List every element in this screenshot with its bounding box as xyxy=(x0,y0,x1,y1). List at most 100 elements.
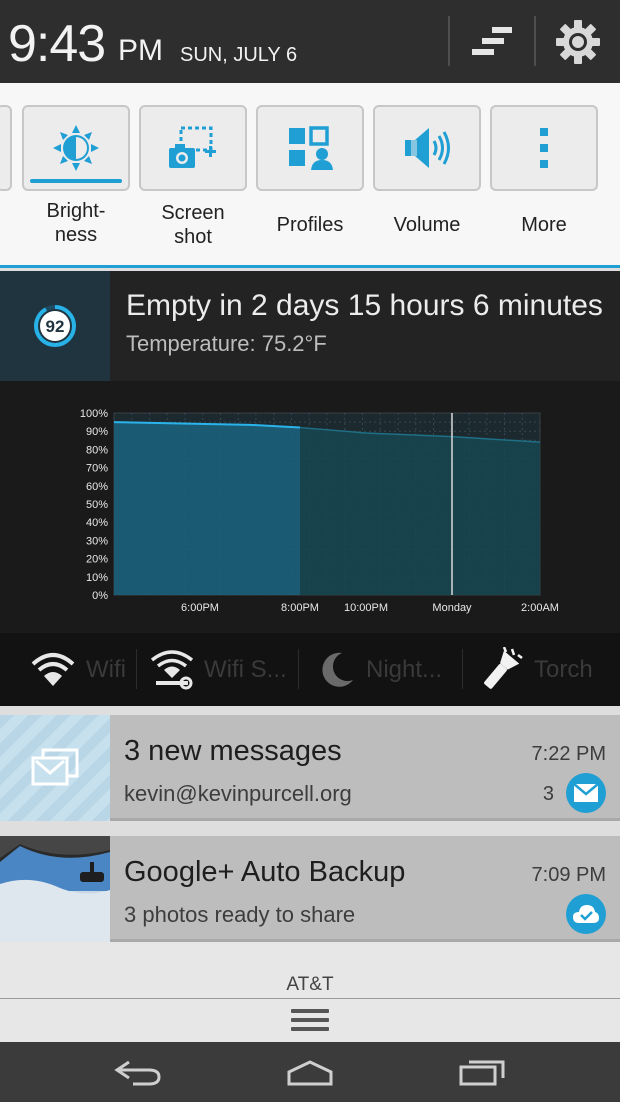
home-icon xyxy=(287,1060,333,1086)
more-vertical-icon xyxy=(540,128,548,168)
drag-handle-icon xyxy=(291,1009,329,1031)
carrier-label: AT&T xyxy=(286,974,334,995)
notification-text: 3 photos ready to share xyxy=(124,902,356,927)
back-button[interactable] xyxy=(98,1052,178,1092)
photo-thumbnail-image xyxy=(0,836,110,942)
carrier-divider xyxy=(0,998,620,999)
notification-list-button[interactable] xyxy=(458,12,528,72)
toggle-profiles-box[interactable] xyxy=(256,105,364,191)
cloud-icon xyxy=(573,905,599,923)
widget-toggle-night[interactable]: Night... xyxy=(316,633,458,706)
cloud-check-icon xyxy=(566,894,606,934)
toggle-brightness[interactable]: Bright- ness xyxy=(22,105,130,247)
chart-y-tick-label: 60% xyxy=(86,481,108,493)
toggle-volume-box[interactable] xyxy=(373,105,481,191)
quick-settings-strip: Bright- ness Screen shot Profiles Volume… xyxy=(0,83,620,265)
widget-toggle-label: Wifi xyxy=(86,655,126,683)
recents-icon xyxy=(459,1060,505,1086)
toggle-volume[interactable]: Volume xyxy=(373,105,481,237)
quick-settings-divider xyxy=(0,265,620,268)
toggle-more-box[interactable] xyxy=(490,105,598,191)
toggle-label-text: Profiles xyxy=(276,214,344,236)
widget-toggle-label: Night... xyxy=(366,655,443,683)
wifi-icon xyxy=(31,652,75,686)
chart-y-tick-label: 50% xyxy=(86,499,108,511)
widget-toggle-row: Wifi Wifi S... Night... Torch xyxy=(0,633,620,706)
volume-icon xyxy=(405,128,450,168)
mail-envelope-icon xyxy=(573,783,599,802)
toggle-brightness-label: Bright- ness xyxy=(22,199,130,247)
toggle-profiles[interactable]: Profiles xyxy=(256,105,364,237)
chart-y-tick-label: 70% xyxy=(86,463,108,475)
toggle-more-label: More xyxy=(490,213,598,237)
brightness-icon xyxy=(53,125,99,171)
chart-x-tick-label: 6:00PM xyxy=(181,602,219,614)
photo-thumbnail xyxy=(0,836,110,942)
chart-series-area xyxy=(114,422,300,595)
widget-toggle-label: Torch xyxy=(534,655,593,683)
chart-x-tick-label: 10:00PM xyxy=(344,602,388,614)
toggle-brightness-box[interactable] xyxy=(22,105,130,191)
gmail-app-icon-box xyxy=(0,715,110,821)
toggle-screenshot-label: Screen shot xyxy=(139,201,247,249)
widget-toggle-divider xyxy=(462,649,463,689)
drag-handle[interactable] xyxy=(290,1006,330,1034)
notification-gmail[interactable]: 3 new messages kevin@kevinpurcell.org 7:… xyxy=(0,715,620,821)
chart-y-tick-label: 90% xyxy=(86,426,108,438)
chart-series-area xyxy=(300,427,540,595)
back-icon xyxy=(114,1060,161,1086)
recents-button[interactable] xyxy=(442,1052,522,1092)
widget-toggle-divider xyxy=(136,649,137,689)
chart-y-tick-label: 0% xyxy=(92,590,108,602)
flashlight-icon xyxy=(484,646,523,689)
notification-time: 7:22 PM xyxy=(531,743,606,765)
header-divider xyxy=(534,16,536,66)
battery-level-ring-icon: 92 xyxy=(34,305,76,347)
battery-widget[interactable]: 92 Empty in 2 days 15 hours 6 minutes Te… xyxy=(0,271,620,706)
toggle-profiles-label: Profiles xyxy=(256,213,364,237)
toggle-screenshot[interactable]: Screen shot xyxy=(139,105,247,249)
home-button[interactable] xyxy=(270,1052,350,1092)
notification-list-icon xyxy=(472,27,512,55)
mail-badge-icon xyxy=(566,773,606,813)
battery-chart-svg: 100% 90% 80% 70% 60% 50% 40% 30% 20% 10% 0% 6:00PM 8… xyxy=(80,408,559,614)
battery-level-box: 92 xyxy=(0,271,110,381)
clock-date[interactable]: SUN, JULY 6 xyxy=(180,44,297,67)
moon-icon xyxy=(322,652,353,687)
toggle-screenshot-box[interactable] xyxy=(139,105,247,191)
quick-toggle-partial[interactable] xyxy=(0,105,12,191)
notification-auto-backup[interactable]: Google+ Auto Backup 3 photos ready to sh… xyxy=(0,836,620,942)
chart-y-tick-label: 80% xyxy=(86,444,108,456)
widget-toggle-torch[interactable]: Torch xyxy=(476,633,616,706)
notification-time: 7:09 PM xyxy=(531,864,606,886)
gmail-icon xyxy=(31,748,79,786)
chart-x-tick-label: 8:00PM xyxy=(281,602,319,614)
toggle-more[interactable]: More xyxy=(490,105,598,237)
chart-y-tick-label: 10% xyxy=(86,572,108,584)
chart-y-tick-label: 30% xyxy=(86,535,108,547)
widget-toggle-wifi[interactable]: Wifi xyxy=(30,633,128,706)
toggle-volume-label: Volume xyxy=(373,213,481,237)
battery-level-text: 92 xyxy=(46,317,65,336)
chart-y-tick-label: 20% xyxy=(86,554,108,566)
notification-title: Google+ Auto Backup xyxy=(124,856,406,888)
widget-toggle-wifi-settings[interactable]: Wifi S... xyxy=(150,633,292,706)
clock-time: 9:43 xyxy=(8,15,106,73)
toggle-label-text: More xyxy=(521,214,567,236)
notification-text: kevin@kevinpurcell.org xyxy=(124,781,352,806)
battery-chart: 100% 90% 80% 70% 60% 50% 40% 30% 20% 10% 0% 6:00PM 8… xyxy=(0,381,620,633)
wifi-settings-icon xyxy=(150,649,194,689)
profiles-icon xyxy=(289,126,333,170)
carrier-area: AT&T xyxy=(0,942,620,1042)
battery-header: Empty in 2 days 15 hours 6 minutes Tempe… xyxy=(110,271,620,381)
toggle-label-text: Bright- ness xyxy=(46,200,106,246)
toggle-label-text: Volume xyxy=(393,214,461,236)
chart-y-tick-label: 40% xyxy=(86,517,108,529)
battery-temperature: Temperature: 75.2°F xyxy=(126,331,327,356)
navigation-bar xyxy=(0,1042,620,1102)
widget-toggle-divider xyxy=(298,649,299,689)
header-divider xyxy=(448,16,450,66)
screenshot-icon xyxy=(169,126,216,168)
battery-estimate: Empty in 2 days 15 hours 6 minutes xyxy=(126,289,603,322)
settings-button[interactable] xyxy=(543,12,613,72)
